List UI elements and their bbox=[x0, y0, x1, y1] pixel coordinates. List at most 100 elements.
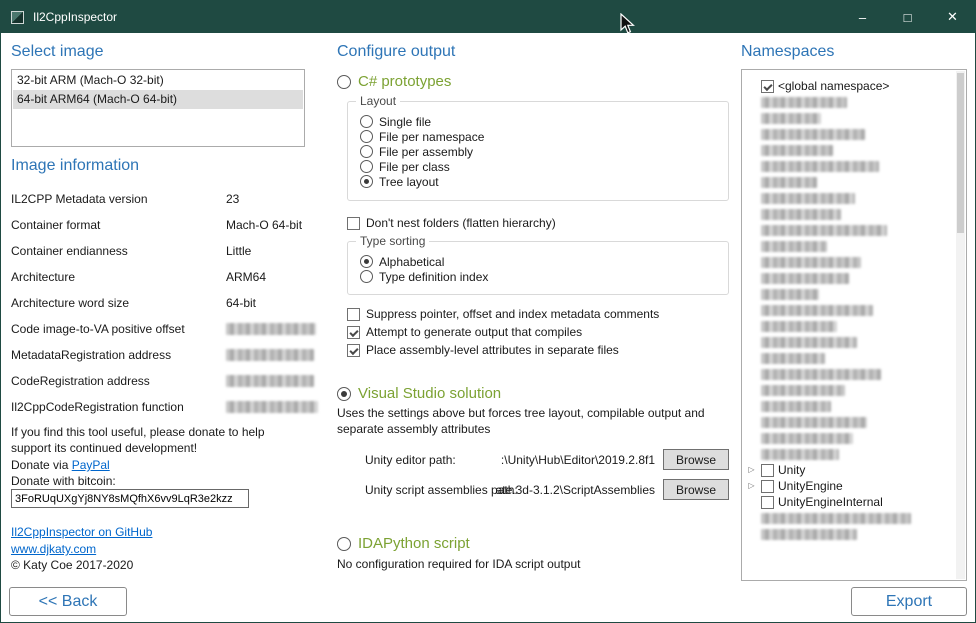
info-label: Code image-to-VA positive offset bbox=[11, 322, 185, 336]
export-button[interactable]: Export bbox=[851, 587, 967, 616]
redacted-namespace bbox=[761, 241, 827, 252]
namespace-item[interactable] bbox=[746, 430, 952, 446]
namespace-item[interactable]: ▷UnityEngine bbox=[746, 478, 952, 494]
namespace-item[interactable] bbox=[746, 334, 952, 350]
radio-icon bbox=[360, 255, 373, 268]
minimize-button[interactable]: – bbox=[840, 1, 885, 33]
website-link[interactable]: www.djkaty.com bbox=[11, 542, 96, 556]
namespace-item[interactable] bbox=[746, 398, 952, 414]
type-sorting-option[interactable]: Type definition index bbox=[360, 269, 720, 284]
radio-label: Single file bbox=[379, 115, 431, 129]
flatten-hierarchy-checkbox[interactable]: Don't nest folders (flatten hierarchy) bbox=[347, 214, 556, 232]
redacted-namespace bbox=[761, 225, 887, 236]
namespace-checkbox[interactable] bbox=[761, 80, 774, 93]
namespace-item[interactable]: UnityEngineInternal bbox=[746, 494, 952, 510]
window-title: Il2CppInspector bbox=[33, 10, 117, 24]
flatten-checkbox-container: Don't nest folders (flatten hierarchy) bbox=[347, 214, 556, 232]
namespace-item[interactable] bbox=[746, 206, 952, 222]
namespace-item[interactable] bbox=[746, 350, 952, 366]
type-sorting-option[interactable]: Alphabetical bbox=[360, 254, 720, 269]
info-value: Little bbox=[226, 244, 251, 258]
namespace-checkbox[interactable] bbox=[761, 464, 774, 477]
namespace-item[interactable] bbox=[746, 190, 952, 206]
namespace-item[interactable] bbox=[746, 286, 952, 302]
image-list-item[interactable]: 64-bit ARM64 (Mach-O 64-bit) bbox=[13, 90, 303, 109]
output-option-checkbox[interactable]: Place assembly-level attributes in separ… bbox=[347, 341, 659, 359]
namespace-item[interactable] bbox=[746, 254, 952, 270]
info-row: MetadataRegistration address bbox=[11, 343, 305, 369]
namespace-item[interactable] bbox=[746, 382, 952, 398]
namespace-item[interactable] bbox=[746, 110, 952, 126]
checkbox-label: Place assembly-level attributes in separ… bbox=[366, 343, 619, 357]
github-link[interactable]: Il2CppInspector on GitHub bbox=[11, 525, 152, 539]
redacted-namespace bbox=[761, 337, 857, 348]
namespace-item[interactable]: <global namespace> bbox=[746, 78, 952, 94]
namespace-item[interactable] bbox=[746, 446, 952, 462]
csharp-radio bbox=[337, 75, 351, 89]
output-option-checkbox[interactable]: Attempt to generate output that compiles bbox=[347, 323, 659, 341]
image-information-table: IL2CPP Metadata version23Container forma… bbox=[11, 187, 305, 421]
info-label: Il2CppCodeRegistration function bbox=[11, 400, 184, 414]
namespace-item[interactable] bbox=[746, 302, 952, 318]
namespace-item[interactable] bbox=[746, 126, 952, 142]
namespace-item[interactable]: ▷Unity bbox=[746, 462, 952, 478]
namespace-item[interactable] bbox=[746, 366, 952, 382]
paypal-link[interactable]: PayPal bbox=[72, 458, 110, 472]
redacted-namespace bbox=[761, 209, 841, 220]
checkbox-icon bbox=[347, 326, 360, 339]
namespace-item[interactable] bbox=[746, 142, 952, 158]
namespace-item[interactable] bbox=[746, 318, 952, 334]
redacted-namespace bbox=[761, 97, 847, 108]
namespace-item[interactable] bbox=[746, 414, 952, 430]
image-list-item[interactable]: 32-bit ARM (Mach-O 32-bit) bbox=[13, 71, 303, 90]
vs-solution-radio-row[interactable]: Visual Studio solution bbox=[337, 385, 501, 402]
csharp-prototypes-label: C# prototypes bbox=[358, 73, 451, 90]
layout-option[interactable]: Tree layout bbox=[360, 174, 720, 189]
layout-option[interactable]: File per assembly bbox=[360, 144, 720, 159]
expander-icon[interactable]: ▷ bbox=[746, 478, 757, 494]
namespaces-list[interactable]: <global namespace> ▷Unity▷UnityEngineUnit… bbox=[741, 69, 967, 581]
namespace-item[interactable] bbox=[746, 270, 952, 286]
redacted-namespace bbox=[761, 193, 855, 204]
close-button[interactable]: ✕ bbox=[930, 1, 975, 33]
info-row: IL2CPP Metadata version23 bbox=[11, 187, 305, 213]
redacted-namespace bbox=[761, 401, 831, 412]
unity-script-browse-button[interactable]: Browse bbox=[663, 479, 729, 500]
layout-option[interactable]: File per namespace bbox=[360, 129, 720, 144]
window-controls: – □ ✕ bbox=[840, 1, 975, 33]
namespace-item[interactable] bbox=[746, 222, 952, 238]
namespace-item[interactable] bbox=[746, 238, 952, 254]
unity-editor-browse-button[interactable]: Browse bbox=[663, 449, 729, 470]
maximize-button[interactable]: □ bbox=[885, 1, 930, 33]
csharp-prototypes-radio-row[interactable]: C# prototypes bbox=[337, 73, 451, 90]
namespace-item[interactable] bbox=[746, 510, 952, 526]
back-button[interactable]: << Back bbox=[9, 587, 127, 616]
namespace-checkbox[interactable] bbox=[761, 480, 774, 493]
info-row: CodeRegistration address bbox=[11, 369, 305, 395]
ida-radio bbox=[337, 537, 351, 551]
image-select-list[interactable]: 32-bit ARM (Mach-O 32-bit)64-bit ARM64 (… bbox=[11, 69, 305, 147]
bitcoin-address-input[interactable] bbox=[11, 489, 249, 508]
donate-text-line2: support its continued development! bbox=[11, 441, 197, 455]
layout-option[interactable]: Single file bbox=[360, 114, 720, 129]
namespace-item[interactable] bbox=[746, 526, 952, 542]
namespaces-scrollbar[interactable] bbox=[956, 71, 965, 579]
idapython-label: IDAPython script bbox=[358, 535, 470, 552]
info-value: Mach-O 64-bit bbox=[226, 218, 302, 232]
scrollbar-thumb[interactable] bbox=[957, 73, 964, 233]
namespace-item[interactable] bbox=[746, 158, 952, 174]
unity-script-path-value: ate.3d-3.1.2\ScriptAssemblies bbox=[496, 483, 655, 497]
info-row: ArchitectureARM64 bbox=[11, 265, 305, 291]
namespace-checkbox[interactable] bbox=[761, 496, 774, 509]
namespaces-items: <global namespace> ▷Unity▷UnityEngineUnit… bbox=[746, 78, 952, 542]
output-option-checkbox[interactable]: Suppress pointer, offset and index metad… bbox=[347, 305, 659, 323]
app-icon bbox=[11, 11, 24, 24]
expander-icon[interactable]: ▷ bbox=[746, 462, 757, 478]
namespace-item[interactable] bbox=[746, 174, 952, 190]
idapython-radio-row[interactable]: IDAPython script bbox=[337, 535, 470, 552]
radio-icon bbox=[360, 115, 373, 128]
layout-option[interactable]: File per class bbox=[360, 159, 720, 174]
radio-label: File per class bbox=[379, 160, 450, 174]
namespaces-heading: Namespaces bbox=[741, 43, 834, 61]
namespace-item[interactable] bbox=[746, 94, 952, 110]
